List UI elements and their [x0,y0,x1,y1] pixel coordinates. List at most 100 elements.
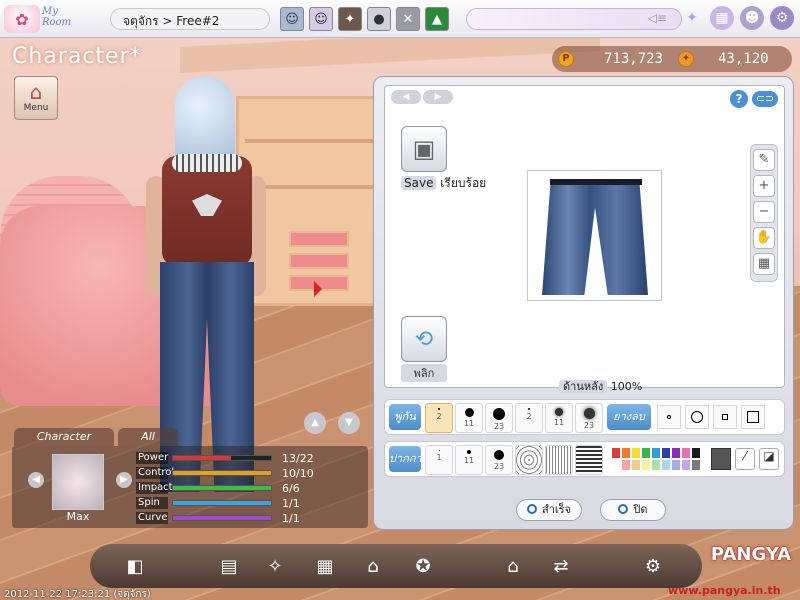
pen-dot [494,450,504,460]
palette-swatch[interactable] [661,459,671,471]
megaphone-icon[interactable]: ◁≡ [648,11,667,25]
pencil-icon[interactable]: ✎ [753,149,775,171]
palette-swatch[interactable] [661,447,671,459]
stat-value: 10/10 [282,467,314,480]
color-palette[interactable] [611,447,703,471]
zoom-in-icon[interactable]: + [753,175,775,197]
menu-grid-icon[interactable]: ▦ [710,6,734,30]
palette-swatch[interactable] [611,459,621,471]
lobby-icon[interactable]: ◧ [120,552,150,582]
clothing-preview[interactable] [527,170,662,301]
card-icon[interactable]: ▦ [310,552,340,582]
myroom-icon[interactable]: ⌂ [498,552,528,582]
palette-swatch[interactable] [621,459,631,471]
stat-label: Control [136,467,175,479]
friend-icons: ☺ ☺ ✦ ● ✕ ▲ [280,7,449,31]
game-logo-icon[interactable]: ✿ [4,5,40,33]
nav-arrows: ◀ ▶ [391,90,453,104]
pattern-dots-sparse[interactable] [515,445,543,475]
hand-icon[interactable]: ✋ [753,227,775,249]
palette-swatch[interactable] [691,447,701,459]
circle-small-icon [667,415,671,419]
palette-swatch[interactable] [671,459,681,471]
fill-bucket-icon[interactable]: ◪ [759,448,779,470]
palette-swatch[interactable] [651,459,661,471]
stats-tabs: Character All [14,428,178,446]
eyedropper-icon[interactable]: ⁄ [735,448,755,470]
pen-size[interactable]: 11 [455,445,483,475]
brush-size[interactable]: 11 [455,403,483,433]
palette-swatch[interactable] [671,447,681,459]
done-button[interactable]: สำเร็จ [516,499,582,521]
chat-input[interactable]: ◁≡ [466,8,682,30]
next-character-icon[interactable]: ▶ [116,472,132,488]
brush-size[interactable]: 23 [485,403,513,433]
map-icon[interactable]: ▲ [425,7,449,31]
palette-swatch[interactable] [631,447,641,459]
pen-size[interactable]: 23 [485,445,513,475]
eraser-square-small[interactable] [713,405,737,429]
emote-icon[interactable]: ● [367,7,391,31]
brush-size[interactable]: 11 [545,403,573,433]
palette-swatch[interactable] [681,447,691,459]
pangya-logo: PANGYA [710,544,792,565]
prev-arrow-icon[interactable]: ◀ [391,90,421,104]
stat-row: Impact 6/6 [136,482,356,496]
current-color-swatch[interactable] [711,448,731,470]
flip-button[interactable]: ⟲ [401,316,447,362]
scroll-up-icon[interactable]: ▲ [304,412,326,434]
menu-button[interactable]: ⌂ Menu [14,76,58,120]
clothing-paint-panel: ◀ ▶ ? ⊂⊃ ▣ Save เรียบร้อย ⟲ พลิก ด้านหลั… [373,76,794,530]
grid-icon[interactable]: ▦ [753,253,775,275]
palette-swatch[interactable] [611,447,621,459]
friend-avatar-icon[interactable]: ☺ [309,7,333,31]
character-portrait [52,454,104,510]
item-icon[interactable]: ✪ [408,552,438,582]
pattern-dots-dense[interactable] [545,445,573,475]
palette-swatch[interactable] [631,459,641,471]
pattern-lines[interactable] [575,445,603,475]
settings-icon[interactable]: ⚙ [638,552,668,582]
brush-dot [528,408,530,410]
palette-swatch[interactable] [621,447,631,459]
palette-swatch[interactable] [651,447,661,459]
shop-icon[interactable]: ▤ [214,552,244,582]
eraser-large[interactable] [685,405,709,429]
friend-avatar-icon[interactable]: ✦ [338,7,362,31]
tab-character[interactable]: Character [14,428,114,446]
sparkle-icon[interactable]: ✦ [680,6,704,30]
scratch-icon[interactable]: ✧ [260,552,290,582]
brush-dot [493,408,505,420]
link-button[interactable]: ⊂⊃ [752,91,778,107]
brush-size[interactable]: 2 [425,403,453,433]
palette-swatch[interactable] [641,447,651,459]
friend-avatar-icon[interactable]: ☺ [280,7,304,31]
close-icon[interactable]: ✕ [396,7,420,31]
square-small-icon [722,414,728,420]
locker-icon[interactable]: ⌂ [358,552,388,582]
circle-large-icon [691,411,703,423]
next-arrow-icon[interactable]: ▶ [423,90,453,104]
palette-swatch[interactable] [681,459,691,471]
eraser-small[interactable] [657,405,681,429]
gear-icon[interactable]: ⚙ [770,6,794,30]
help-button[interactable]: ? [730,90,748,108]
brush-size[interactable]: 23 [575,403,603,433]
prev-character-icon[interactable]: ◀ [28,472,44,488]
brush-size-label: 2 [526,412,532,421]
zoom-out-icon[interactable]: − [753,201,775,223]
close-button[interactable]: ปิด [600,499,666,521]
pen-size[interactable]: 1 [425,445,453,475]
eraser-square-large[interactable] [741,405,765,429]
save-label: Save [401,176,437,190]
scroll-down-icon[interactable]: ▼ [338,412,360,434]
tab-all[interactable]: All [118,428,178,446]
palette-swatch[interactable] [691,459,701,471]
view-side-label: ด้านหลัง [559,380,608,393]
trade-icon[interactable]: ⇄ [546,552,576,582]
skull-icon[interactable]: ☻ [740,6,764,30]
brush-size[interactable]: 2 [515,403,543,433]
save-button[interactable]: ▣ [401,126,447,172]
palette-swatch[interactable] [641,459,651,471]
myroom-link[interactable]: My Room [42,6,82,32]
